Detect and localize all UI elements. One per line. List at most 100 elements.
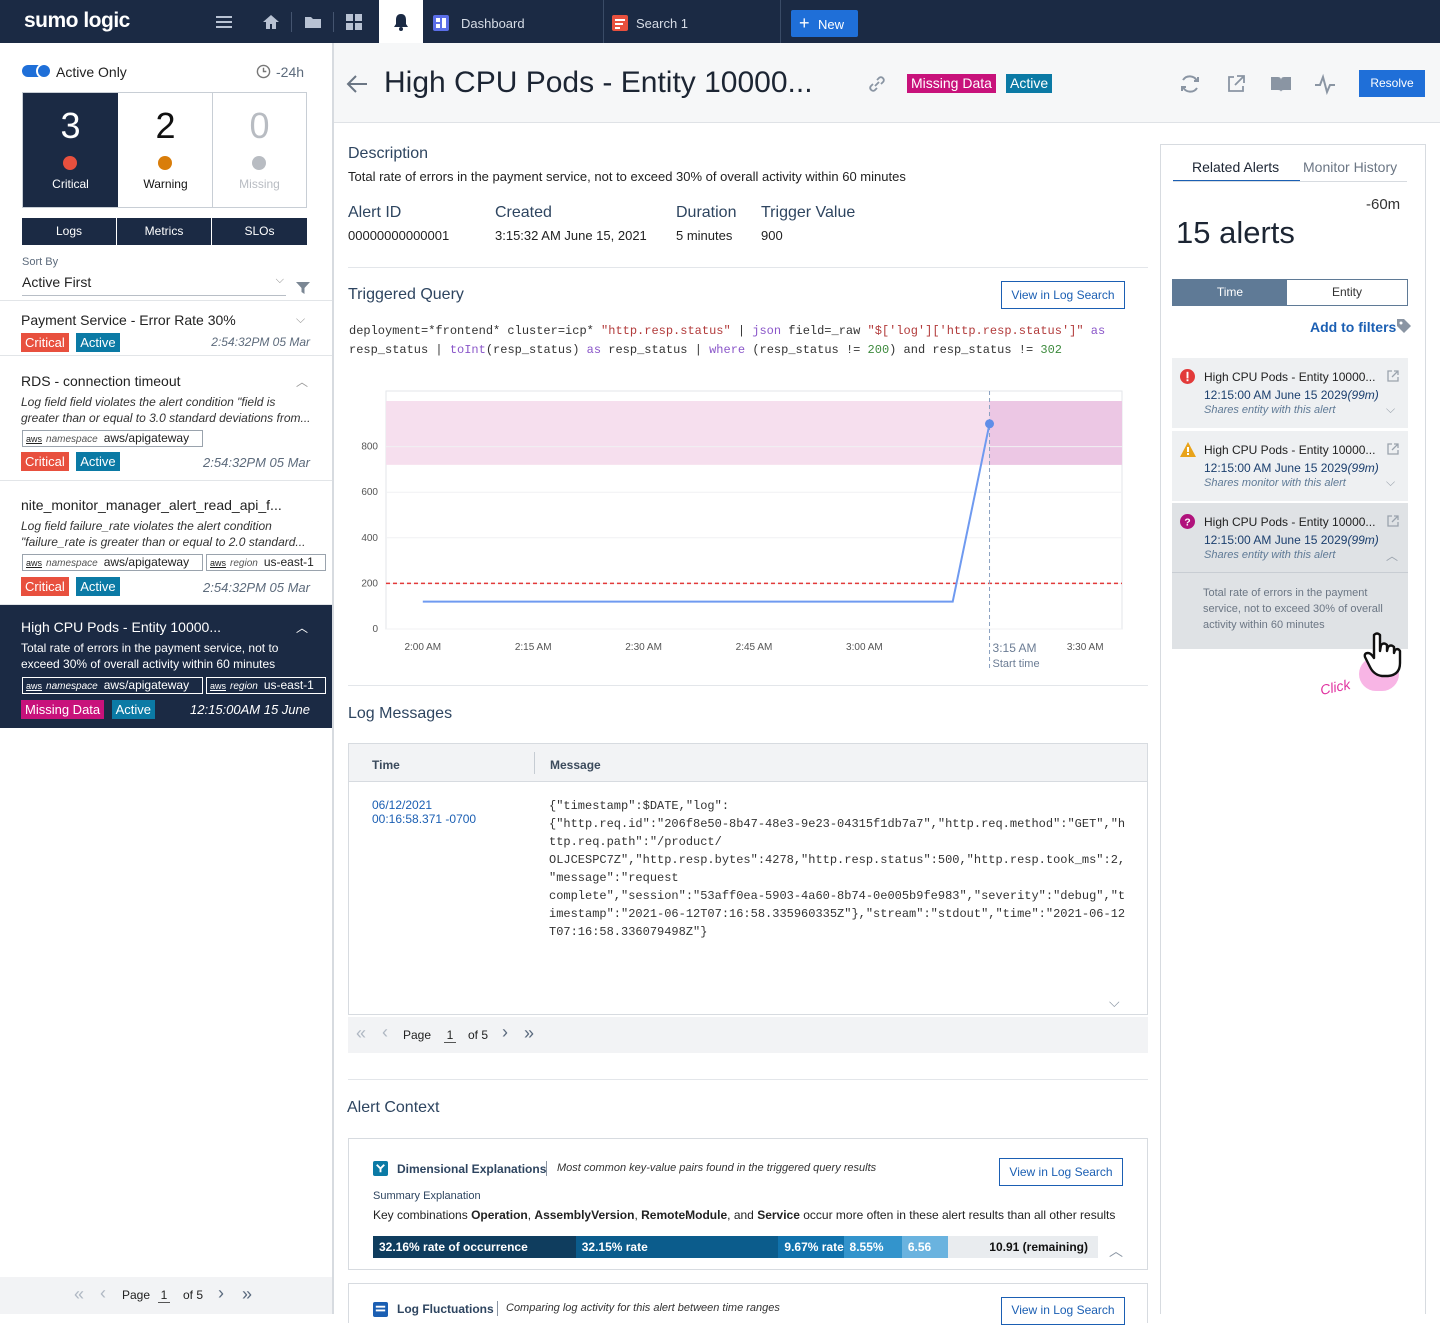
tag-key: region: [230, 558, 258, 569]
tag-value: us-east-1: [263, 678, 314, 692]
rate-segment[interactable]: 6.56: [901, 1236, 948, 1258]
type-slos[interactable]: SLOs: [212, 218, 307, 245]
filter-icon[interactable]: [295, 280, 311, 296]
chevron-down-icon[interactable]: ⌵: [1109, 994, 1120, 1011]
active-only-toggle[interactable]: [22, 63, 52, 79]
clock-icon[interactable]: [256, 64, 271, 79]
query-part: toInt: [449, 343, 486, 357]
link-icon[interactable]: [867, 74, 887, 94]
pager-page-input[interactable]: 1: [158, 1288, 170, 1303]
alert-card[interactable]: nite_monitor_manager_alert_read_api_f...…: [0, 481, 332, 605]
status-badge: Active: [76, 577, 120, 596]
resolve-button[interactable]: Resolve: [1359, 70, 1425, 97]
open-external-icon[interactable]: [1386, 442, 1400, 456]
related-range[interactable]: -60m: [1366, 196, 1400, 213]
toggle-entity[interactable]: Entity: [1287, 280, 1407, 305]
chevron-down-icon[interactable]: ⌵: [296, 312, 305, 327]
prev-page-icon[interactable]: ‹: [100, 1283, 106, 1304]
rate-segment[interactable]: 10.91 (remaining): [947, 1236, 1098, 1258]
chevron-up-icon[interactable]: ︿: [1386, 547, 1398, 564]
alert-title: nite_monitor_manager_alert_read_api_f...: [21, 497, 282, 513]
alert-time: 2:54:32PM 05 Mar: [203, 580, 310, 595]
rate-segment[interactable]: 8.55%: [843, 1236, 902, 1258]
home-icon[interactable]: [261, 12, 281, 32]
tab-related-alerts[interactable]: Related Alerts: [1192, 159, 1279, 175]
col-message[interactable]: Message: [550, 758, 601, 772]
warning-count-box[interactable]: 2 Warning: [118, 93, 213, 207]
refresh-icon[interactable]: [1179, 73, 1201, 95]
pager-page-input[interactable]: 1: [444, 1028, 456, 1043]
active-zone: [989, 401, 1122, 465]
menu-icon[interactable]: [214, 12, 234, 32]
open-external-icon[interactable]: [1386, 514, 1400, 528]
search-tab-icon: [612, 15, 628, 31]
tab-search[interactable]: Search 1: [604, 0, 781, 43]
new-button-label: New: [818, 17, 845, 32]
summary-part: RemoteModule: [641, 1208, 728, 1222]
prev-page-icon[interactable]: ‹: [382, 1022, 388, 1043]
last-page-icon[interactable]: »: [242, 1284, 252, 1305]
duration-label: Duration: [676, 204, 737, 221]
critical-count-box[interactable]: 3 Critical: [23, 93, 118, 207]
summary-part: AssemblyVersion: [534, 1208, 635, 1222]
trigger-value-label: Trigger Value: [761, 204, 856, 221]
aws-logo: aws: [26, 434, 43, 444]
tab-monitor-history[interactable]: Monitor History: [1303, 159, 1397, 175]
first-page-icon[interactable]: «: [356, 1023, 366, 1044]
alert-card[interactable]: RDS - connection timeout ︿ Log field fie…: [0, 357, 332, 481]
chevron-up-icon[interactable]: ︿: [1109, 1241, 1123, 1261]
related-duration: (99m): [1347, 533, 1379, 547]
tag-icon[interactable]: [1396, 318, 1412, 334]
last-page-icon[interactable]: »: [524, 1023, 534, 1044]
chevron-up-icon[interactable]: ︿: [296, 619, 308, 636]
apps-grid-icon[interactable]: [344, 12, 364, 32]
add-to-filters-link[interactable]: Add to filters: [1310, 319, 1396, 335]
log-date[interactable]: 06/12/2021: [372, 798, 432, 812]
rate-segment[interactable]: 32.16% rate of occurrence: [373, 1236, 576, 1258]
time-range[interactable]: -24h: [276, 64, 304, 80]
toggle-time[interactable]: Time: [1173, 280, 1287, 305]
new-button[interactable]: + New: [791, 10, 858, 37]
active-only-label: Active Only: [56, 64, 127, 80]
log-fluctuations-card: Log Fluctuations Comparing log activity …: [348, 1283, 1148, 1325]
alerts-tab[interactable]: [379, 0, 423, 43]
book-icon[interactable]: [1270, 74, 1292, 94]
type-metrics[interactable]: Metrics: [117, 218, 212, 245]
view-in-log-search-button[interactable]: View in Log Search: [1001, 281, 1125, 309]
tab-dashboard-label: Dashboard: [461, 16, 525, 31]
summary-text: Key combinations Operation, AssemblyVers…: [373, 1208, 1115, 1222]
type-logs[interactable]: Logs: [22, 218, 117, 245]
view-in-log-search-button[interactable]: View in Log Search: [999, 1158, 1123, 1186]
chevron-up-icon[interactable]: ︿: [296, 373, 308, 390]
page-title: High CPU Pods - Entity 10000...: [384, 66, 813, 99]
chevron-down-icon[interactable]: ⌵: [1386, 402, 1395, 417]
related-alert-item-expanded[interactable]: ? High CPU Pods - Entity 10000... 12:15:…: [1172, 503, 1408, 650]
log-time[interactable]: 00:16:58.371 -0700: [372, 812, 476, 826]
region-tag: aws region us-east-1: [206, 554, 326, 571]
alert-card[interactable]: Payment Service - Error Rate 30% ⌵ Criti…: [0, 300, 332, 356]
triggered-query-heading: Triggered Query: [348, 286, 464, 303]
sort-select[interactable]: Active First ⌵: [22, 274, 286, 296]
x-tick-label: 2:30 AM: [625, 642, 662, 653]
folder-icon[interactable]: [303, 12, 323, 32]
rate-segment[interactable]: 9.67% rate: [778, 1236, 844, 1258]
alert-card-selected[interactable]: High CPU Pods - Entity 10000... ︿ Total …: [0, 605, 332, 728]
back-arrow-icon[interactable]: [346, 74, 368, 94]
next-page-icon[interactable]: ›: [218, 1283, 224, 1304]
related-alert-item[interactable]: High CPU Pods - Entity 10000... 12:15:00…: [1172, 431, 1408, 502]
open-external-icon[interactable]: [1225, 73, 1247, 95]
activity-icon[interactable]: [1314, 73, 1336, 95]
x-tick-label: 2:00 AM: [404, 642, 441, 653]
tab-dashboard[interactable]: Dashboard: [423, 0, 604, 43]
related-alert-item[interactable]: High CPU Pods - Entity 10000... 12:15:00…: [1172, 358, 1408, 429]
chevron-down-icon[interactable]: ⌵: [1386, 475, 1395, 490]
first-page-icon[interactable]: «: [74, 1284, 84, 1305]
view-in-log-search-button[interactable]: View in Log Search: [1001, 1297, 1125, 1325]
next-page-icon[interactable]: ›: [502, 1022, 508, 1043]
pager-total: of 5: [468, 1028, 489, 1042]
open-external-icon[interactable]: [1386, 369, 1400, 383]
col-time[interactable]: Time: [372, 758, 400, 772]
query-part: ) and resp_status !=: [889, 343, 1041, 357]
rate-segment[interactable]: 32.15% rate: [575, 1236, 779, 1258]
missing-count-box[interactable]: 0 Missing: [213, 93, 306, 207]
